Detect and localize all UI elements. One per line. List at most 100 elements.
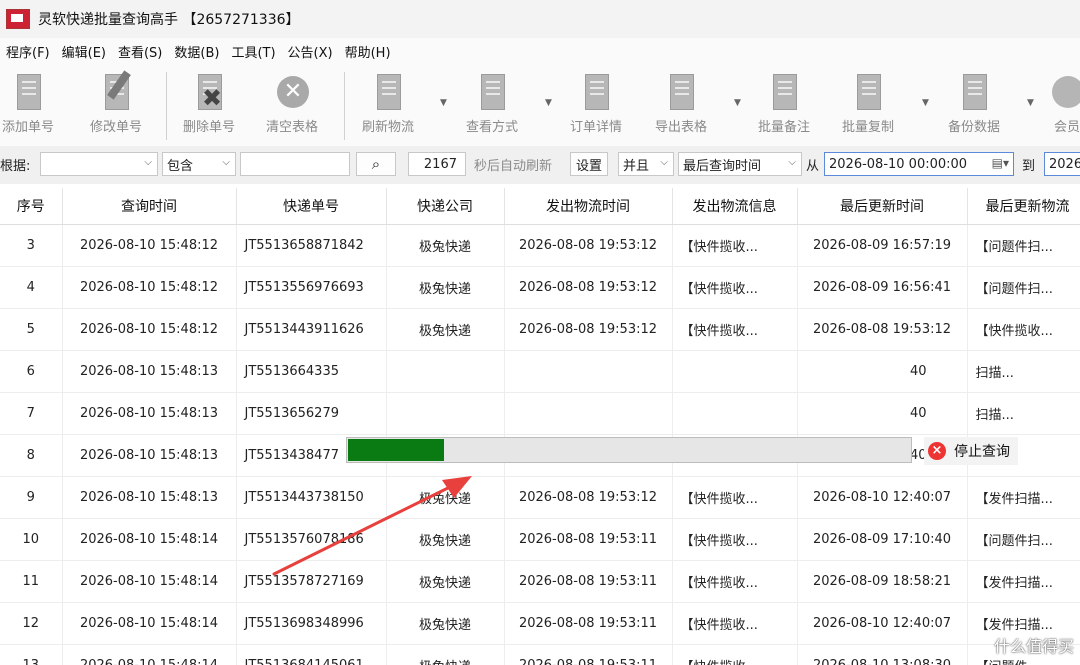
stop-query-label: 停止查询 — [954, 444, 1010, 460]
cell-last-update-info: 【问题件扫... — [967, 518, 1080, 561]
col-header-index[interactable]: 序号 — [0, 188, 63, 225]
to-date-picker[interactable]: 2026 — [1044, 152, 1080, 176]
filter-by-select[interactable]: ⌵ — [40, 152, 158, 176]
cell-last-update-info: 【问题件扫... — [967, 224, 1080, 267]
stop-circle-x-icon: × — [928, 442, 946, 460]
cell-query-time: 2026-08-10 15:48:13 — [62, 476, 237, 519]
view-mode-button[interactable]: 查看方式 — [466, 70, 518, 135]
cell-ship-info — [672, 350, 798, 393]
cell-last-update-info: 扫描... — [967, 350, 1080, 393]
cell-last-update-time: 2026-08-09 17:10:40 — [797, 518, 968, 561]
refresh-logistics-button[interactable]: 刷新物流 — [362, 70, 414, 135]
cell-last-update-time: 2026-08-10 13:08:30 — [797, 644, 968, 665]
backup-data-button[interactable]: 备份数据 — [948, 70, 1000, 135]
search-button[interactable]: ⌕ — [356, 152, 396, 176]
edit-number-button[interactable]: 修改单号 — [90, 70, 142, 135]
menu-tools[interactable]: 工具(T) — [225, 42, 281, 61]
add-number-button[interactable]: 添加单号 — [2, 70, 54, 135]
table-row[interactable]: 6 2026-08-10 15:48:13 JT5513664335 40 扫描... — [0, 350, 1080, 393]
edit-pencil-icon — [99, 70, 133, 114]
logic-value: 并且 — [623, 158, 650, 174]
cell-tracking-number: JT5513443738150 — [236, 476, 387, 519]
col-header-ship-info[interactable]: 发出物流信息 — [672, 188, 798, 225]
cell-ship-info: 【快件揽收... — [672, 560, 798, 603]
cell-ship-info: 【快件揽收... — [672, 644, 798, 665]
backup-dropdown-icon[interactable]: ▼ — [1027, 98, 1034, 108]
auto-refresh-label: 秒后自动刷新 — [474, 158, 553, 174]
cell-ship-info: 【快件揽收... — [672, 224, 798, 267]
cell-ship-time: 2026-08-08 19:53:12 — [504, 266, 673, 309]
refresh-interval-input[interactable]: 2167 — [408, 152, 466, 176]
settings-button[interactable]: 设置 — [570, 152, 608, 176]
order-detail-label: 订单详情 — [570, 120, 623, 135]
logic-select[interactable]: 并且 ⌵ — [618, 152, 674, 176]
table-row[interactable]: 12 2026-08-10 15:48:14 JT5513698348996 极兔快递… — [0, 602, 1080, 645]
table-row[interactable]: 4 2026-08-10 15:48:12 JT5513556976693 极兔快递 2… — [0, 266, 1080, 309]
cell-ship-time: 2026-08-08 19:53:12 — [504, 308, 673, 351]
cell-query-time: 2026-08-10 15:48:14 — [62, 644, 237, 665]
menu-edit[interactable]: 编辑(E) — [56, 42, 112, 61]
cell-ship-info: 【快件揽收... — [672, 266, 798, 309]
cell-tracking-number: JT5513443911626 — [236, 308, 387, 351]
cell-index: 9 — [0, 476, 63, 519]
member-button[interactable]: 会员 — [1050, 70, 1080, 135]
table-row[interactable]: 10 2026-08-10 15:48:14 JT5513576078186 极兔快递… — [0, 518, 1080, 561]
cell-query-time: 2026-08-10 15:48:14 — [62, 518, 237, 561]
col-header-ship-time[interactable]: 发出物流时间 — [504, 188, 673, 225]
menu-notice[interactable]: 公告(X) — [282, 42, 339, 61]
col-header-last-update-time[interactable]: 最后更新时间 — [797, 188, 968, 225]
member-label: 会员 — [1053, 120, 1080, 135]
batch-copy-button[interactable]: 批量复制 — [842, 70, 894, 135]
calendar-icon[interactable]: ▤▾ — [992, 156, 1009, 170]
menu-data[interactable]: 数据(B) — [168, 42, 225, 61]
cell-query-time: 2026-08-10 15:48:12 — [62, 308, 237, 351]
table-row[interactable]: 11 2026-08-10 15:48:14 JT5513578727169 极兔快递… — [0, 560, 1080, 603]
table-row[interactable]: 132026-08-10 15:48:14JT5513684145061极兔快递… — [0, 644, 1080, 665]
menu-help[interactable]: 帮助(H) — [339, 42, 397, 61]
table-row[interactable]: 3 2026-08-10 15:48:12 JT5513658871842 极兔快递 2… — [0, 224, 1080, 267]
cell-last-update-info: 【发件扫描... — [967, 476, 1080, 519]
col-header-carrier[interactable]: 快递公司 — [386, 188, 505, 225]
menu-bar: 程序(F) 编辑(E) 查看(S) 数据(B) 工具(T) 公告(X) 帮助(H… — [0, 38, 1080, 64]
export-table-button[interactable]: 导出表格 — [655, 70, 707, 135]
batch-note-button[interactable]: 批量备注 — [758, 70, 810, 135]
cell-last-update-time: 2026-08-10 12:40:07 — [797, 476, 968, 519]
match-mode-select[interactable]: 包含 ⌵ — [162, 152, 236, 176]
cell-ship-time — [504, 350, 673, 393]
table-row[interactable]: 9 2026-08-10 15:48:13 JT5513443738150 极兔快递 2… — [0, 476, 1080, 519]
chevron-down-icon: ⌵ — [144, 157, 152, 168]
menu-view[interactable]: 查看(S) — [112, 42, 168, 61]
window-title: 灵软快递批量查询高手 【2657271336】 — [38, 12, 300, 28]
time-field-select[interactable]: 最后查询时间 ⌵ — [678, 152, 802, 176]
batch-copy-label: 批量复制 — [842, 120, 895, 135]
from-date-picker[interactable]: 2026-08-10 00:00:00 ▤▾ — [824, 152, 1014, 176]
cell-ship-info — [672, 392, 798, 435]
cell-index: 13 — [0, 644, 63, 665]
cell-carrier — [386, 350, 505, 393]
cell-ship-time: 2026-08-08 19:53:11 — [504, 602, 673, 645]
results-table: 序号 查询时间 快递单号 快递公司 发出物流时间 发出物流信息 最后更新时间 最… — [0, 188, 1080, 665]
view-mode-dropdown-icon[interactable]: ▼ — [545, 98, 552, 108]
col-header-tracking-number[interactable]: 快递单号 — [236, 188, 387, 225]
refresh-dropdown-icon[interactable]: ▼ — [440, 98, 447, 108]
cell-index: 8 — [0, 434, 63, 477]
keyword-input[interactable] — [240, 152, 350, 176]
export-table-label: 导出表格 — [655, 120, 708, 135]
batch-copy-dropdown-icon[interactable]: ▼ — [922, 98, 929, 108]
settings-button-label: 设置 — [575, 158, 602, 174]
col-header-query-time[interactable]: 查询时间 — [62, 188, 237, 225]
table-row[interactable]: 7 2026-08-10 15:48:13 JT5513656279 40 扫描... — [0, 392, 1080, 435]
table-row[interactable]: 5 2026-08-10 15:48:12 JT5513443911626 极兔快递 2… — [0, 308, 1080, 351]
clear-table-button[interactable]: ✕ 清空表格 — [266, 70, 318, 135]
cell-index: 10 — [0, 518, 63, 561]
order-detail-button[interactable]: 订单详情 — [570, 70, 622, 135]
member-icon — [1050, 70, 1080, 114]
backup-data-label: 备份数据 — [948, 120, 1001, 135]
export-dropdown-icon[interactable]: ▼ — [734, 98, 741, 108]
table-header-row: 序号 查询时间 快递单号 快递公司 发出物流时间 发出物流信息 最后更新时间 最… — [0, 188, 1080, 225]
col-header-last-update-info[interactable]: 最后更新物流 — [967, 188, 1080, 225]
menu-program[interactable]: 程序(F) — [0, 42, 56, 61]
filter-by-label: 根据: — [0, 158, 31, 174]
stop-query-button[interactable]: × 停止查询 — [924, 437, 1018, 465]
delete-number-button[interactable]: ✖ 删除单号 — [183, 70, 235, 135]
